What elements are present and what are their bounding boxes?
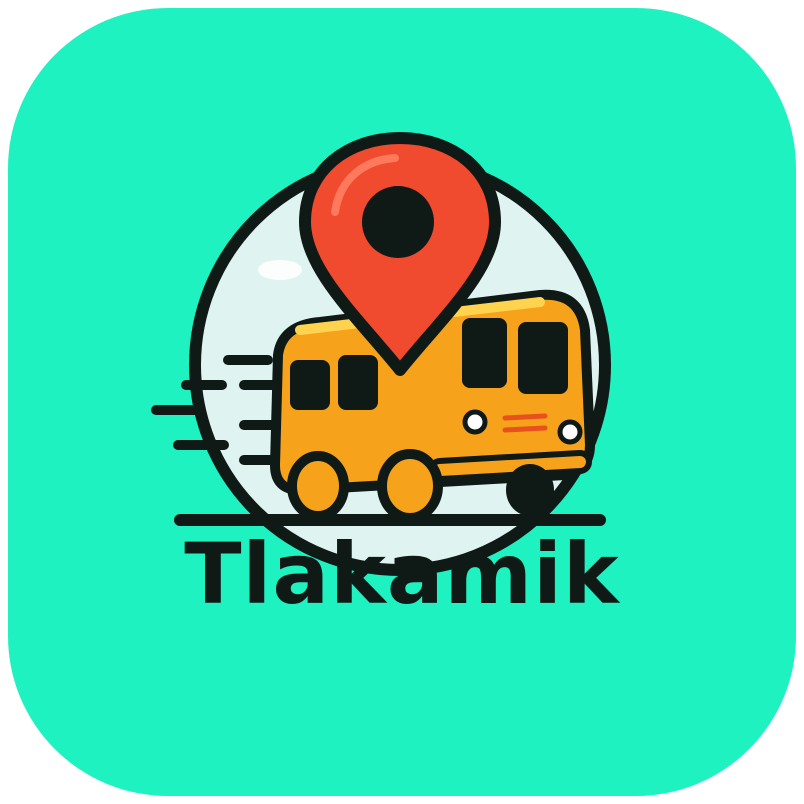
bus-with-location-pin-logo — [151, 132, 611, 576]
app-name-title: Tlakamik — [184, 525, 620, 623]
